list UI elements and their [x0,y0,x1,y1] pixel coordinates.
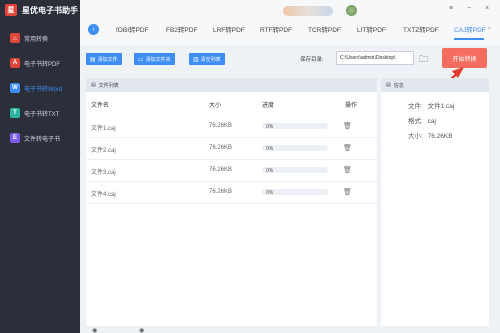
blurred-banner [283,6,333,16]
info-file-row: 文件: 文件1.caj [408,100,454,110]
info-size-label: 大小: [408,133,423,140]
sidebar-item-file-to-ebook[interactable]: E 文件转电子书 [0,127,80,149]
delete-icon[interactable]: 🗑 [343,188,352,196]
file-name-cell: 文件3.caj [91,170,116,176]
info-file-value: 文件1.caj [427,103,455,110]
trash-icon: ▥ [193,56,199,63]
sidebar-item-common[interactable]: ♨ 常用转换 [0,27,80,49]
sidebar-item-label: 电子书转TXT [24,111,60,118]
save-path-input[interactable]: C:\Users\admin\Desktop\ [336,51,414,65]
table-row[interactable]: 文件4.caj 76.26KB 0% 🗑 [86,182,377,204]
close-icon[interactable]: × [485,5,489,12]
file-name-cell: 文件2.caj [91,148,116,154]
tab-lit-to-pdf[interactable]: LIT转PDF [357,24,386,34]
bottom-circle-icon[interactable]: ◉ [92,327,97,333]
progress-text: 0% [266,167,274,174]
info-size-value: 76.26KB [427,133,453,140]
ebook-icon: E [10,133,20,143]
delete-icon[interactable]: 🗑 [343,122,352,130]
column-header-progress: 进度 [262,103,275,109]
file-size-cell: 76.26KB [209,167,233,173]
file-list-header: ▤ 文件列表 [86,78,377,92]
add-folder-button[interactable]: ▭ 添加文件夹 [134,53,175,65]
folder-open-icon[interactable]: 🗀 [419,52,428,68]
file-name-cell: 文件1.caj [91,126,116,132]
active-tab-indicator [454,38,484,40]
column-header-action: 操作 [345,103,358,109]
info-icon: ▤ [386,82,391,88]
sidebar-item-label: 常用转换 [24,36,49,43]
blurred-avatar [346,5,357,16]
minimize-icon[interactable]: − [467,5,471,12]
sidebar-item-label: 电子书转PDF [24,61,61,68]
info-size-row: 大小: 76.26KB [408,130,453,140]
info-format-value: caj [427,118,436,125]
tab-caj-to-pdf[interactable]: CAJ转PDF [454,24,486,34]
info-file-label: 文件: [408,103,423,110]
app-title: 星优电子书助手 [22,5,78,15]
add-folder-label: 添加文件夹 [145,56,171,63]
tab-rtf-to-pdf[interactable]: RTF转PDF [260,24,292,34]
save-path-value: C:\Users\admin\Desktop\ [340,55,396,61]
sidebar-item-label: 文件转电子书 [24,136,61,143]
tab-fb2-to-pdf[interactable]: FB2转PDF [166,24,197,34]
sidebar-item-ebook-to-txt[interactable]: T 电子书转TXT [0,102,80,124]
menu-icon[interactable]: ≡ [449,5,453,12]
info-panel: ▤ 信息 文件: 文件1.caj 格式: caj 大小: 76.26KB [381,78,489,328]
chevron-right-icon[interactable]: › [488,25,490,32]
app-logo-icon: 星 [5,4,17,16]
tab-tcr-to-pdf[interactable]: TCR转PDF [308,24,341,34]
sidebar-item-ebook-to-word[interactable]: W 电子书转Word [0,77,80,99]
column-header-size: 大小 [209,103,222,109]
flame-icon: ♨ [10,33,20,43]
txt-icon: T [10,108,20,118]
info-title: 信息 [393,82,404,89]
progress-text: 0% [266,145,274,152]
sidebar-item-label: 电子书转Word [24,86,63,93]
progress-text: 0% [266,189,274,196]
sidebar-item-ebook-to-pdf[interactable]: A 电子书转PDF [0,52,80,74]
tab-txtz-to-pdf[interactable]: TXTZ转PDF [403,24,439,34]
table-row[interactable]: 文件3.caj 76.26KB 0% 🗑 [86,160,377,182]
info-format-row: 格式: caj [408,115,436,125]
delete-icon[interactable]: 🗑 [343,166,352,174]
add-file-icon: ▤ [90,56,96,63]
app-brand: 星 星优电子书助手 [5,4,78,16]
top-tab-bar: ≡ − × ‹ fOBI转PDF FB2转PDF LRF转PDF RTF转PDF… [80,0,500,45]
column-header-name: 文件名 [91,103,110,109]
save-dir-label: 保存目录: [300,57,324,63]
file-list-title: 文件列表 [98,82,119,89]
word-icon: W [10,83,20,93]
bottom-circle-icon[interactable]: ◉ [139,327,144,333]
progress-text: 0% [266,123,274,130]
sidebar: 星 星优电子书助手 ♨ 常用转换 A 电子书转PDF W 电子书转Word T … [0,0,80,333]
add-file-button[interactable]: ▤ 添加文件 [86,53,122,65]
table-row[interactable]: 文件1.caj 76.26KB 0% 🗑 [86,116,377,138]
list-icon: ▤ [91,82,96,88]
tab-mobi-to-pdf[interactable]: fOBI转PDF [116,24,149,34]
file-size-cell: 76.26KB [209,145,233,151]
pdf-icon: A [10,58,20,68]
add-file-label: 添加文件 [97,56,118,63]
add-folder-icon: ▭ [138,56,144,63]
clear-list-label: 清空列表 [200,56,221,63]
info-header: ▤ 信息 [381,78,489,92]
file-name-cell: 文件4.caj [91,192,116,198]
clear-list-button[interactable]: ▥ 清空列表 [189,53,225,65]
table-row[interactable]: 文件2.caj 76.26KB 0% 🗑 [86,138,377,160]
chevron-left-icon: ‹ [92,26,95,33]
file-size-cell: 76.26KB [209,189,233,195]
tab-scroll-left-button[interactable]: ‹ [88,24,99,35]
info-format-label: 格式: [408,118,423,125]
delete-icon[interactable]: 🗑 [343,144,352,152]
start-convert-button[interactable]: 开始转换 [442,48,487,68]
file-list-panel: ▤ 文件列表 文件名 大小 进度 操作 文件1.caj 76.26KB 0% 🗑… [86,78,377,328]
file-size-cell: 76.26KB [209,123,233,129]
tab-lrf-to-pdf[interactable]: LRF转PDF [213,24,245,34]
